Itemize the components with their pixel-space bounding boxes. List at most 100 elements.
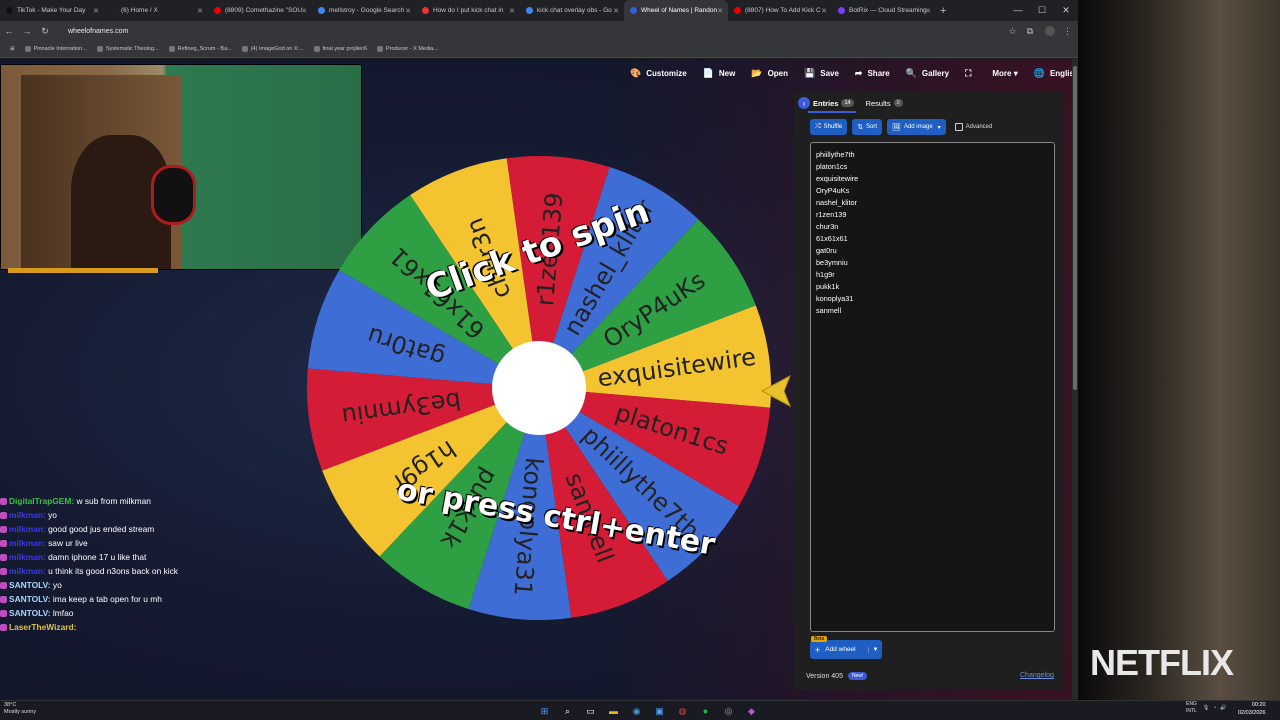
discord-icon[interactable]: ◆ — [745, 705, 759, 717]
clock-date: 02/03/2026 — [1238, 710, 1266, 716]
shuffle-button[interactable]: ⤮ Shuffle — [810, 119, 848, 135]
bookmark-item[interactable]: (4) ImageGod on X:... — [241, 46, 304, 52]
close-tab-icon[interactable]: ✕ — [405, 7, 411, 15]
changelog-link[interactable]: Changelog — [1020, 672, 1054, 679]
browser-tab[interactable]: kick chat overlay obs - Go ✕ — [520, 0, 624, 21]
start-icon[interactable]: ⊞ — [538, 705, 552, 717]
bookmark-item[interactable]: Systematic Theolog... — [96, 46, 159, 52]
weather-widget[interactable]: 38°C Mostly sunny — [4, 702, 36, 716]
obs-icon[interactable]: ◎ — [722, 705, 736, 717]
chrome-icon[interactable]: ◍ — [676, 705, 690, 717]
close-tab-icon[interactable]: ✕ — [821, 7, 827, 15]
collapse-panel-icon[interactable]: › — [798, 97, 810, 109]
bookmark-label: Systematic Theolog... — [105, 46, 159, 52]
close-tab-icon[interactable]: ✕ — [613, 7, 619, 15]
file-explorer-icon[interactable]: ▬ — [607, 705, 621, 717]
close-tab-icon[interactable]: ✕ — [925, 7, 931, 15]
maximize-icon[interactable]: ☐ — [1030, 5, 1054, 16]
extensions-icon[interactable]: ⧉ — [1027, 26, 1033, 37]
close-tab-icon[interactable]: ✕ — [509, 7, 515, 15]
save-icon: 💾 — [804, 67, 816, 78]
tab-results[interactable]: Results 0 — [866, 99, 903, 108]
lang-bottom: INTL — [1186, 708, 1197, 714]
close-tab-icon[interactable]: ✕ — [301, 7, 307, 15]
add-image-button[interactable]: 🖼 Add image ▾ — [887, 119, 946, 135]
apps-icon[interactable]: ⊞ — [10, 46, 15, 52]
browser-tab[interactable]: Wheel of Names | Randon ✕ — [624, 0, 728, 21]
advanced-label: Advanced — [965, 124, 993, 130]
chat-text: saw ur live — [48, 538, 88, 548]
toolbar-open-button[interactable]: 📂 Open — [751, 68, 788, 79]
toolbar-share-button[interactable]: ➦ Share — [855, 68, 890, 79]
chat-overlay: DigitalTrapGEM: w sub from milkman milkma… — [0, 495, 185, 635]
profile-avatar[interactable] — [1045, 26, 1055, 36]
entry-line: OryP4uKs — [816, 186, 850, 195]
close-tab-icon[interactable]: ✕ — [197, 7, 203, 15]
tab-title: BotRix — Cloud Streaming — [849, 7, 927, 14]
star-icon[interactable]: ☆ — [1008, 26, 1016, 37]
sort-button[interactable]: ⇅ Sort — [852, 119, 883, 135]
toolbar-new-button[interactable]: 📄 New — [703, 68, 736, 79]
spotify-icon[interactable]: ● — [699, 705, 713, 717]
taskbar-clock[interactable]: 00:20 02/03/2026 — [1238, 701, 1266, 717]
bookmark-item[interactable]: Refineg_Scrum - Ba... — [168, 46, 232, 52]
language-indicator[interactable]: ENG INTL — [1186, 701, 1197, 715]
browser-tab[interactable]: BotRix — Cloud Streaming ✕ — [832, 0, 936, 21]
reload-icon[interactable]: ↻ — [36, 26, 54, 37]
close-tab-icon[interactable]: ✕ — [93, 7, 99, 15]
edge-icon[interactable]: ◉ — [630, 705, 644, 717]
toolbar-save-button[interactable]: 💾 Save — [804, 68, 839, 79]
minimize-icon[interactable]: — — [1006, 5, 1030, 16]
fullscreen-icon: ⛶ — [965, 67, 972, 78]
browser-tab[interactable]: (8809) Comethazine "SOU ✕ — [208, 0, 312, 21]
toolbar-fullscreen-button[interactable]: ⛶ — [965, 68, 976, 79]
browser-tab[interactable]: TikTok - Make Your Day ✕ — [0, 0, 104, 21]
bookmark-item[interactable]: Producer - X Media... — [376, 46, 438, 52]
chat-message: milkman: good good jus ended stream — [0, 523, 185, 535]
beta-badge: Beta — [811, 636, 828, 642]
chat-username: milkman: — [9, 552, 46, 562]
toolbar-label: Open — [767, 68, 789, 78]
tab-favicon-icon — [526, 7, 533, 14]
chat-username: milkman: — [9, 524, 46, 534]
chat-text: yo — [48, 510, 57, 520]
browser-tab[interactable]: mellstroy - Google Search ✕ — [312, 0, 416, 21]
volume-icon[interactable]: 🔊 — [1220, 705, 1226, 711]
toolbar-more-button[interactable]: More ▾ — [992, 69, 1017, 78]
entries-count-badge: 14 — [841, 99, 854, 107]
search-icon[interactable]: ⌕ — [561, 705, 575, 717]
scrollbar-thumb[interactable] — [1073, 66, 1077, 390]
add-wheel-button[interactable]: + Add wheel ▼ — [810, 640, 882, 659]
close-tab-icon[interactable]: ✕ — [717, 7, 723, 15]
wifi-icon[interactable]: ◔ — [1213, 705, 1216, 711]
browser-tab[interactable]: (8807) How To Add Kick C ✕ — [728, 0, 832, 21]
entries-textarea[interactable]: phiillythe7th platon1cs exquisitewire OryP4… — [810, 142, 1055, 632]
toolbar-label: Customize — [646, 68, 687, 78]
menu-icon[interactable]: ⋮ — [1063, 26, 1072, 37]
add-wheel-dropdown-icon[interactable]: ▼ — [868, 646, 882, 653]
bookmark-item[interactable]: final year projilec6 — [313, 46, 367, 52]
toolbar-gallery-button[interactable]: 🔍 Gallery — [906, 68, 949, 79]
address-bar-row: ← → ↻ wheelofnames.com ☆ ⧉ ⋮ — [0, 21, 1078, 41]
results-count-badge: 0 — [893, 99, 903, 107]
panel-tabs: › Entries 14 Results 0 — [798, 96, 915, 110]
browser-tab-bar: TikTok - Make Your Day ✕ (6) Home / X ✕ (880… — [0, 0, 1078, 21]
back-icon[interactable]: ← — [0, 26, 18, 36]
tab-entries-label: Entries — [813, 98, 839, 108]
wheel-center-hub[interactable] — [492, 341, 586, 435]
task-view-icon[interactable]: ▭ — [584, 705, 598, 717]
close-window-icon[interactable]: ✕ — [1054, 5, 1078, 16]
tab-favicon-icon — [318, 7, 325, 14]
toolbar-customize-button[interactable]: 🎨 Customize — [630, 68, 687, 79]
bookmark-item[interactable]: Pinnacle Internation... — [24, 46, 87, 52]
mic-icon[interactable]: 🎙 — [1203, 705, 1209, 711]
new-tab-icon[interactable]: + — [940, 5, 946, 17]
advanced-toggle[interactable]: Advanced — [951, 123, 993, 131]
advanced-checkbox[interactable] — [954, 123, 963, 131]
forward-icon[interactable]: → — [18, 26, 36, 36]
browser-tab[interactable]: How do I put kick chat in ✕ — [416, 0, 520, 21]
url-field[interactable]: wheelofnames.com — [68, 28, 128, 35]
browser-tab[interactable]: (6) Home / X ✕ — [104, 0, 208, 21]
tab-entries[interactable]: Entries 14 — [813, 99, 854, 108]
store-icon[interactable]: ▣ — [653, 705, 667, 717]
